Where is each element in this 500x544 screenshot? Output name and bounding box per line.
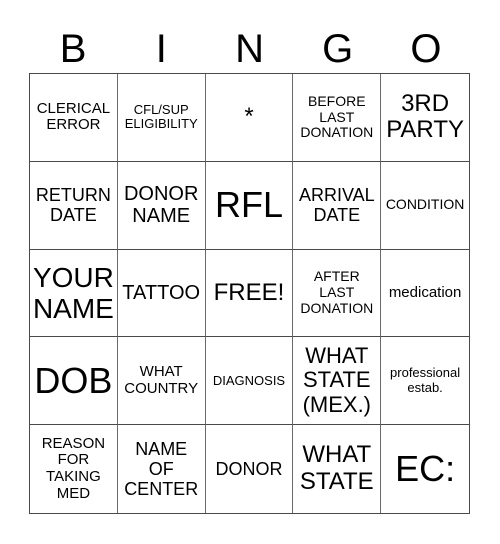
header-letter-o: O (410, 27, 442, 71)
bingo-cell[interactable]: 3RD PARTY (381, 74, 469, 162)
cell-text: DIAGNOSIS (212, 372, 286, 388)
cell-text: NAME OF CENTER (124, 438, 199, 500)
cell-text: YOUR NAME (32, 261, 114, 324)
bingo-cell[interactable]: DIAGNOSIS (205, 337, 294, 426)
cell-text: RFL (214, 184, 283, 226)
bingo-cell[interactable]: WHAT STATE (293, 425, 382, 513)
cell-text: WHAT COUNTRY (124, 362, 199, 397)
cell-text: professional estab. (390, 365, 461, 395)
cell-text: * (244, 102, 254, 130)
cell-text: 3RD PARTY (386, 89, 464, 144)
cell-text: DONOR (215, 459, 283, 480)
bingo-cell[interactable]: AFTER LAST DONATION (293, 249, 382, 338)
bingo-cell[interactable]: RFL (205, 161, 294, 250)
bingo-header: B I N G O (29, 26, 470, 72)
free-space-text: FREE! (213, 278, 285, 306)
bingo-cell[interactable]: medication (381, 250, 469, 338)
bingo-cell[interactable]: DONOR NAME (117, 161, 206, 250)
bingo-cell[interactable]: ARRIVAL DATE (293, 161, 382, 250)
bingo-cell[interactable]: CLERICAL ERROR (30, 74, 118, 162)
bingo-cell[interactable]: YOUR NAME (30, 249, 118, 338)
cell-text: BEFORE LAST DONATION (300, 92, 374, 141)
bingo-cell[interactable]: DOB (30, 337, 118, 426)
bingo-cell[interactable]: EC: (381, 425, 469, 513)
header-letter-i: I (155, 27, 167, 71)
bingo-cell[interactable]: DONOR (206, 425, 294, 513)
cell-text: AFTER LAST DONATION (300, 268, 374, 316)
header-letter-b: B (59, 27, 87, 71)
cell-text: ARRIVAL DATE (298, 185, 375, 226)
free-space-cell[interactable]: FREE! (205, 249, 294, 338)
cell-text: EC: (395, 447, 456, 489)
bingo-cell[interactable]: RETURN DATE (30, 161, 118, 250)
cell-text: WHAT STATE (MEX.) (302, 342, 372, 418)
header-letter-n: N (235, 27, 264, 71)
cell-text: medication (388, 283, 462, 301)
header-letter-g: G (322, 27, 354, 71)
bingo-card-grid: CLERICAL ERROR CFL/SUP ELIGIBILITY * BEF… (29, 73, 470, 514)
bingo-cell[interactable]: CFL/SUP ELIGIBILITY (117, 74, 206, 162)
bingo-cell[interactable]: TATTOO (117, 249, 206, 338)
bingo-cell[interactable]: * (205, 74, 294, 162)
cell-text: DONOR NAME (123, 182, 199, 228)
cell-text: REASON FOR TAKING MED (41, 434, 106, 502)
cell-text: WHAT STATE (299, 441, 374, 496)
bingo-cell[interactable]: WHAT STATE (MEX.) (293, 337, 382, 426)
cell-text: CONDITION (385, 196, 465, 213)
bingo-cell[interactable]: NAME OF CENTER (118, 425, 206, 513)
cell-text: RETURN DATE (35, 185, 111, 226)
cell-text: CFL/SUP ELIGIBILITY (124, 101, 198, 132)
bingo-cell[interactable]: WHAT COUNTRY (117, 337, 206, 426)
cell-text: TATTOO (122, 281, 201, 304)
cell-text: CLERICAL ERROR (36, 99, 111, 134)
bingo-cell[interactable]: REASON FOR TAKING MED (30, 425, 118, 513)
bingo-cell[interactable]: professional estab. (381, 337, 469, 426)
bingo-cell[interactable]: BEFORE LAST DONATION (293, 74, 382, 162)
cell-text: DOB (34, 359, 113, 401)
bingo-cell[interactable]: CONDITION (381, 162, 469, 250)
